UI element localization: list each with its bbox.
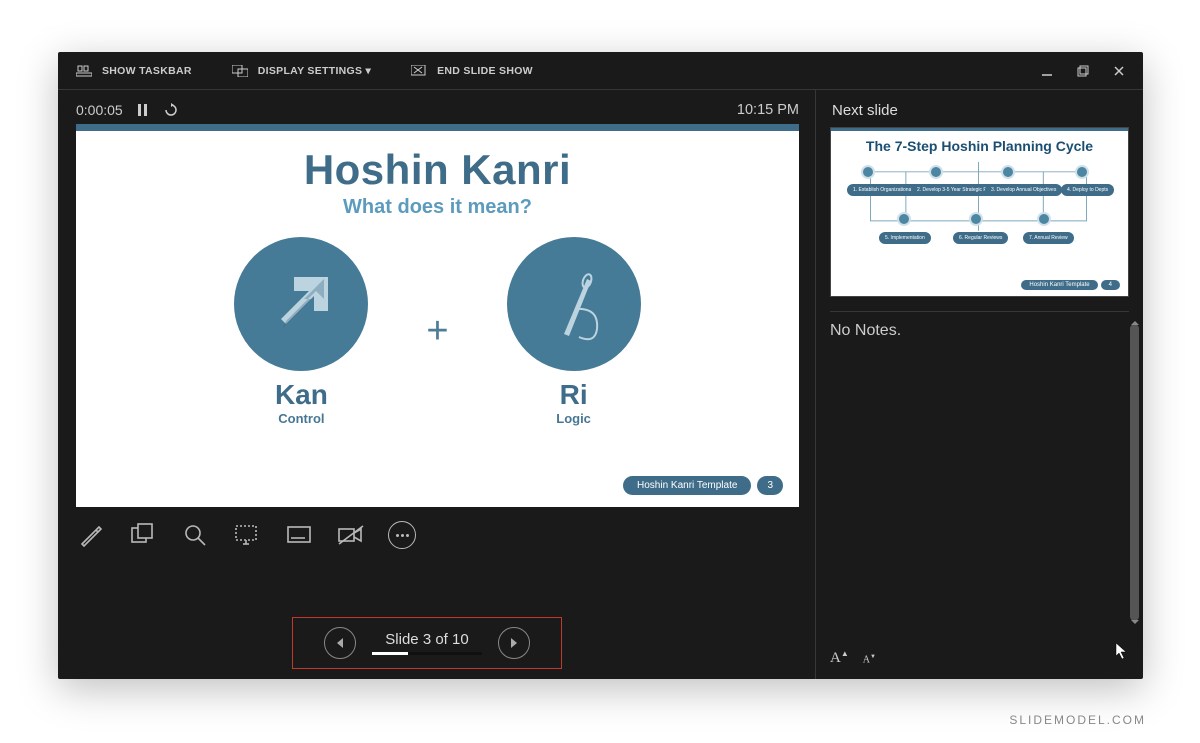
end-slideshow-button[interactable]: END SLIDE SHOW (411, 64, 533, 78)
elapsed-timer: 0:00:05 (76, 102, 123, 118)
next-template-label: Hoshin Kanri Template (1021, 280, 1097, 290)
next-slide-title: The 7-Step Hoshin Planning Cycle (831, 138, 1128, 154)
show-taskbar-label: SHOW TASKBAR (102, 65, 192, 77)
app-toolbar: SHOW TASKBAR DISPLAY SETTINGS ▾ END SLID… (58, 52, 1143, 90)
taskbar-icon (76, 64, 92, 78)
see-all-slides-button[interactable] (128, 521, 158, 549)
next-slide-button[interactable] (498, 627, 530, 659)
needle-icon (507, 237, 641, 371)
presenter-view-window: SHOW TASKBAR DISPLAY SETTINGS ▾ END SLID… (58, 52, 1143, 679)
ri-meaning: Logic (556, 411, 591, 426)
close-button[interactable] (1113, 65, 1125, 77)
increase-font-button[interactable]: A▲ (830, 649, 849, 667)
restart-timer-button[interactable] (163, 103, 179, 117)
next-slide-and-notes-pane: Next slide The 7-Step Hoshin Planning Cy… (815, 90, 1143, 679)
slide-progress-bar (372, 652, 482, 655)
show-taskbar-button[interactable]: SHOW TASKBAR (76, 64, 192, 78)
camera-off-button[interactable] (336, 521, 366, 549)
next-slide-number: 4 (1101, 280, 1120, 290)
plus-icon: + (426, 310, 448, 353)
next-slide-thumbnail[interactable]: The 7-Step Hoshin Planning Cycle 1. Esta… (830, 127, 1129, 297)
notes-text: No Notes. (830, 322, 901, 339)
end-slideshow-label: END SLIDE SHOW (437, 65, 533, 77)
watermark: SLIDEMODEL.COM (1009, 713, 1146, 727)
pen-tool-button[interactable] (76, 521, 106, 549)
kan-meaning: Control (278, 411, 324, 426)
current-time: 10:15 PM (737, 102, 799, 118)
presenter-tools (76, 521, 799, 549)
next-slide-heading: Next slide (832, 102, 1129, 119)
more-options-button[interactable] (388, 521, 416, 549)
ri-word: Ri (560, 379, 588, 411)
next-slide-diagram: 1. Establish Organizational Vision 2. De… (843, 162, 1116, 270)
display-settings-icon (232, 64, 248, 78)
zoom-button[interactable] (180, 521, 210, 549)
black-screen-button[interactable] (232, 521, 262, 549)
display-settings-button[interactable]: DISPLAY SETTINGS ▾ (232, 64, 371, 78)
template-label: Hoshin Kanri Template (623, 476, 751, 495)
notes-scrollbar[interactable] (1130, 324, 1139, 621)
end-show-icon (411, 64, 427, 78)
display-settings-label: DISPLAY SETTINGS ▾ (258, 65, 371, 77)
restore-button[interactable] (1077, 65, 1089, 77)
slide-navigation-highlighted: Slide 3 of 10 (292, 617, 562, 669)
slide-counter-label: Slide 3 of 10 (385, 631, 468, 648)
subtitle-button[interactable] (284, 521, 314, 549)
slide-number-badge: 3 (757, 476, 783, 495)
current-slide-preview[interactable]: Hoshin Kanri What does it mean? Kan Cont… (76, 124, 799, 507)
previous-slide-button[interactable] (324, 627, 356, 659)
decrease-font-button[interactable]: A▼ (863, 654, 876, 665)
slide-title: Hoshin Kanri (76, 146, 799, 194)
pause-timer-button[interactable] (137, 103, 149, 117)
cursor-icon (1115, 642, 1129, 665)
minimize-button[interactable] (1041, 65, 1053, 77)
arrow-icon (234, 237, 368, 371)
notes-panel: No Notes. (830, 311, 1129, 665)
slide-subtitle: What does it mean? (76, 196, 799, 219)
kan-word: Kan (275, 379, 328, 411)
current-slide-pane: 0:00:05 10:15 PM Hoshin Kanri What does … (58, 90, 815, 679)
